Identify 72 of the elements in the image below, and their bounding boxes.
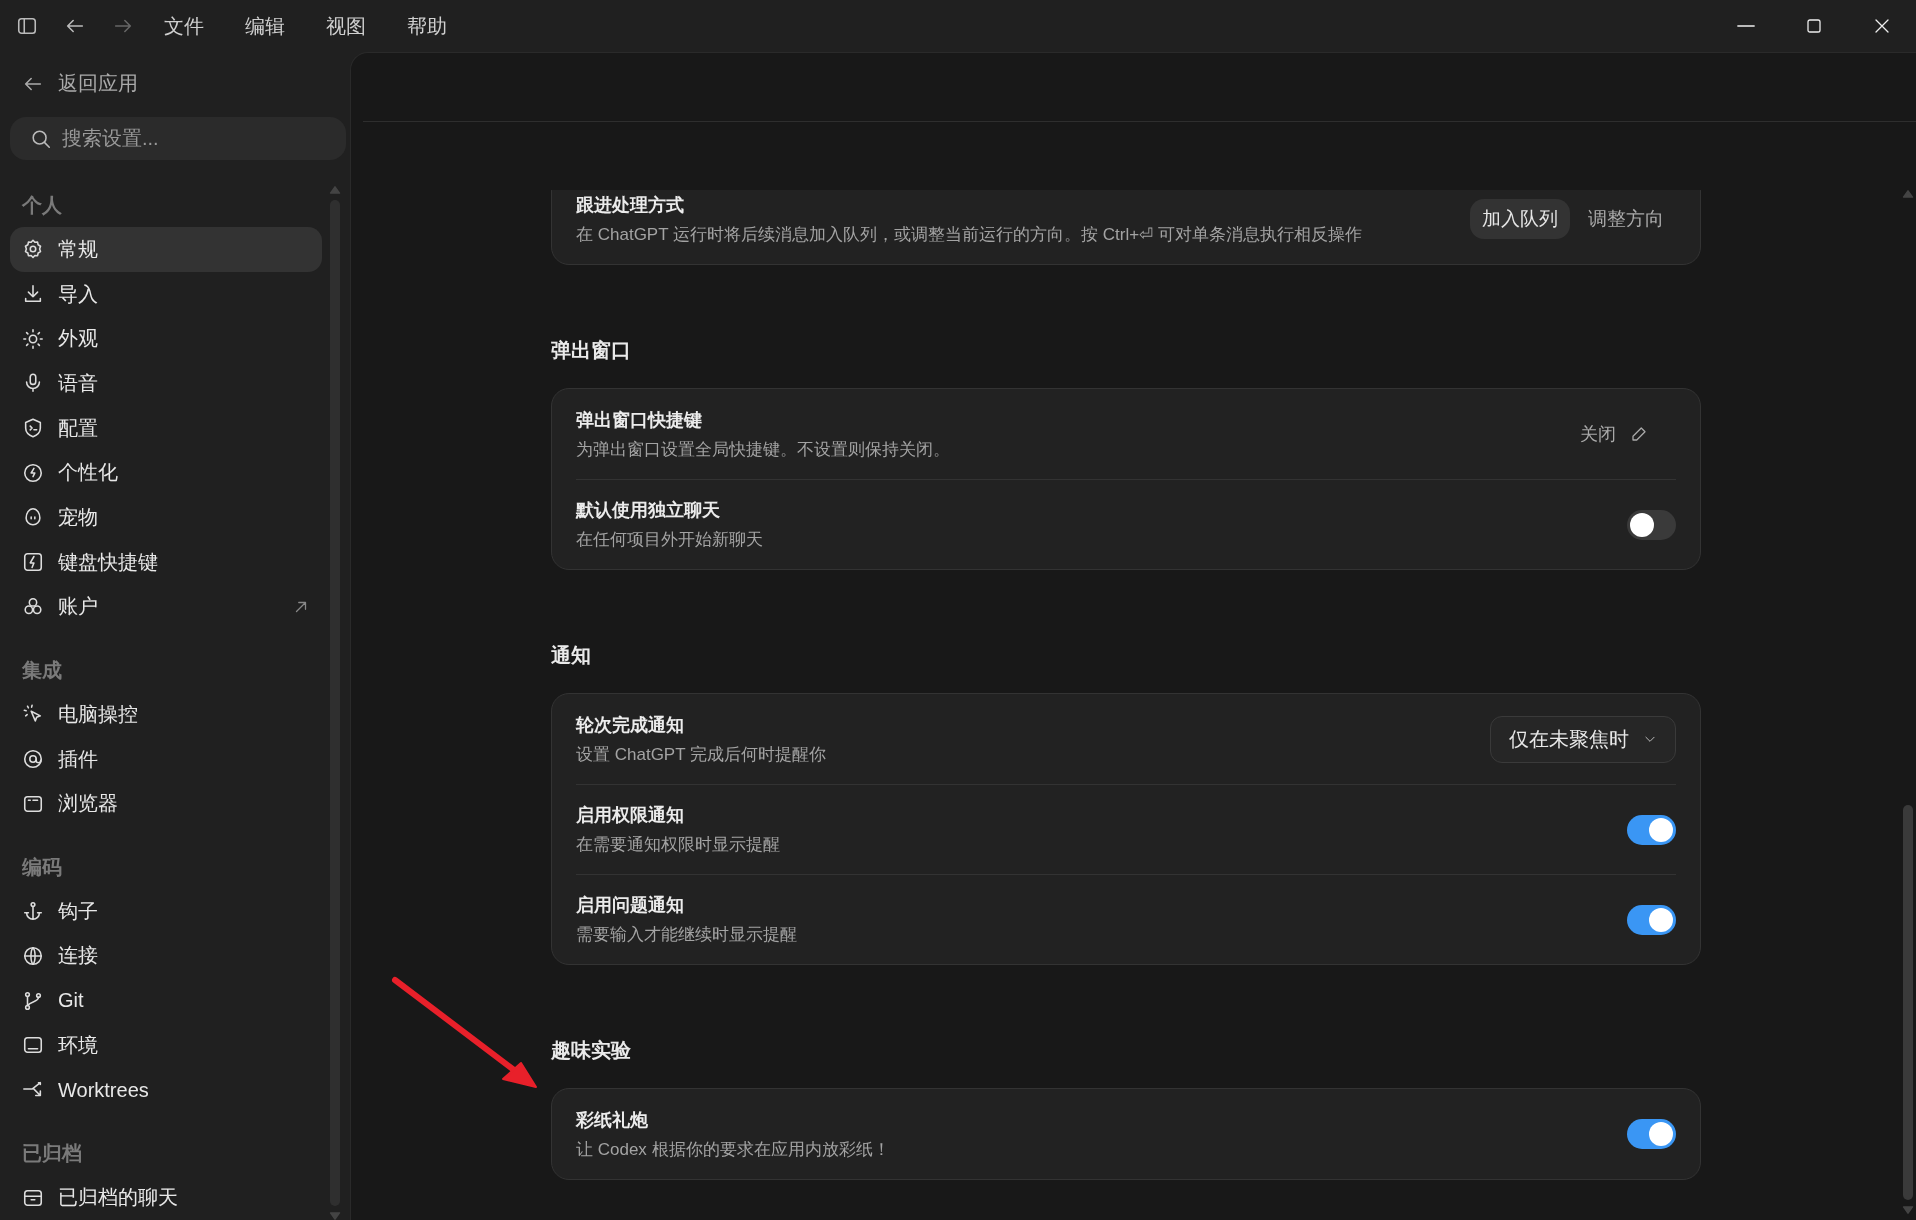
close-icon: [1873, 17, 1891, 35]
section-heading: 弹出窗口: [551, 338, 632, 363]
menu-item[interactable]: 帮助: [403, 8, 451, 44]
git-branch-icon: [22, 989, 44, 1012]
setting-title: 默认使用独立聊天: [576, 499, 720, 522]
menu-item[interactable]: 视图: [322, 8, 370, 44]
segment-option[interactable]: 调整方向: [1576, 199, 1676, 239]
setting-description: 在任何项目外开始新聊天: [576, 529, 763, 551]
setting-title: 弹出窗口快捷键: [576, 408, 702, 432]
setting-description: 在 ChatGPT 运行时将后续消息加入队列，或调整当前运行的方向。按 Ctrl+⏎ 可对单条消息执行相反操作: [576, 223, 1362, 246]
section-heading: 集成: [21, 658, 63, 684]
sidebar-item[interactable]: 个性化: [10, 450, 322, 496]
sun-icon: [22, 327, 44, 350]
maximize-icon: [1805, 17, 1823, 35]
sidebar-item[interactable]: Git: [10, 978, 322, 1023]
sidebar-item[interactable]: 外观: [10, 316, 322, 362]
dropdown[interactable]: 仅在未聚焦时: [1490, 715, 1676, 763]
section-heading: 趣味实验: [551, 1038, 632, 1063]
setting-description: 设置 ChatGPT 完成后何时提醒你: [576, 743, 826, 766]
sidebar-item[interactable]: 连接: [10, 933, 322, 979]
sidebar-item[interactable]: 电脑操控: [10, 692, 322, 737]
minimize-icon: [1737, 24, 1755, 28]
sidebar-item[interactable]: 配置: [10, 405, 322, 451]
sidebar-item[interactable]: 账户: [10, 584, 322, 630]
section-heading: 个人: [21, 193, 63, 218]
setting-title: 跟进处理方式: [576, 193, 684, 217]
sidebar-item[interactable]: Worktrees: [10, 1067, 322, 1113]
section-heading: 已归档: [21, 1141, 83, 1167]
toggle-switch[interactable]: [1627, 904, 1676, 935]
toggle-switch[interactable]: [1627, 814, 1676, 845]
sidebar-toggle-icon[interactable]: [16, 15, 38, 37]
sidebar-item[interactable]: 钩子: [10, 888, 322, 934]
sidebar-item[interactable]: 键盘快捷键: [10, 539, 322, 585]
globe-icon: [22, 944, 44, 967]
setting-description: 为弹出窗口设置全局快捷键。不设置则保持关闭。: [576, 438, 950, 461]
menu-item[interactable]: 文件: [160, 8, 208, 44]
toggle-switch[interactable]: [1627, 509, 1676, 540]
setting-title: 轮次完成通知: [576, 713, 684, 737]
pencil-icon: [1630, 425, 1648, 443]
sidebar-item[interactable]: 浏览器: [10, 781, 322, 827]
toggle-switch[interactable]: [1627, 1119, 1676, 1149]
sidebar-item[interactable]: 常规: [10, 227, 322, 272]
setting-description: 在需要通知权限时显示提醒: [576, 834, 780, 856]
menu-item[interactable]: 编辑: [241, 8, 289, 44]
sidebar-item[interactable]: 已归档的聊天: [10, 1175, 322, 1220]
anchor-icon: [22, 900, 44, 923]
setting-description: 需要输入才能继续时显示提醒: [576, 924, 797, 946]
shortcut-value[interactable]: 关闭: [1574, 421, 1654, 447]
gear-icon: [22, 238, 44, 261]
scrollbar-thumb[interactable]: [1903, 805, 1913, 1200]
shield-icon: [22, 417, 44, 440]
search-field[interactable]: 搜索设置...: [10, 117, 346, 160]
sidebar-item[interactable]: 导入: [10, 271, 322, 317]
sidebar-item[interactable]: 插件: [10, 736, 322, 782]
setting-title: 启用权限通知: [576, 804, 684, 827]
setting-description: 让 Codex 根据你的要求在应用内放彩纸！: [576, 1138, 890, 1161]
setting-title: 启用问题通知: [576, 894, 684, 917]
scroll-down-icon[interactable]: [1902, 1206, 1914, 1214]
sidebar-item[interactable]: 语音: [10, 361, 322, 406]
back-link[interactable]: 返回应用: [10, 52, 150, 117]
section-heading: 编码: [21, 854, 63, 880]
scroll-up-icon[interactable]: [329, 186, 341, 194]
at-sign-icon: [22, 748, 44, 771]
section-heading: 通知: [551, 643, 592, 668]
bolt-icon: [22, 551, 44, 574]
sidebar-item[interactable]: 环境: [10, 1023, 322, 1068]
search-icon: [30, 128, 52, 150]
scroll-up-icon[interactable]: [1902, 190, 1914, 198]
setting-title: 彩纸礼炮: [576, 1108, 648, 1132]
scroll-down-icon[interactable]: [329, 1212, 341, 1220]
sidebar-item[interactable]: 宠物: [10, 495, 322, 540]
segment-option[interactable]: 加入队列: [1470, 199, 1570, 239]
